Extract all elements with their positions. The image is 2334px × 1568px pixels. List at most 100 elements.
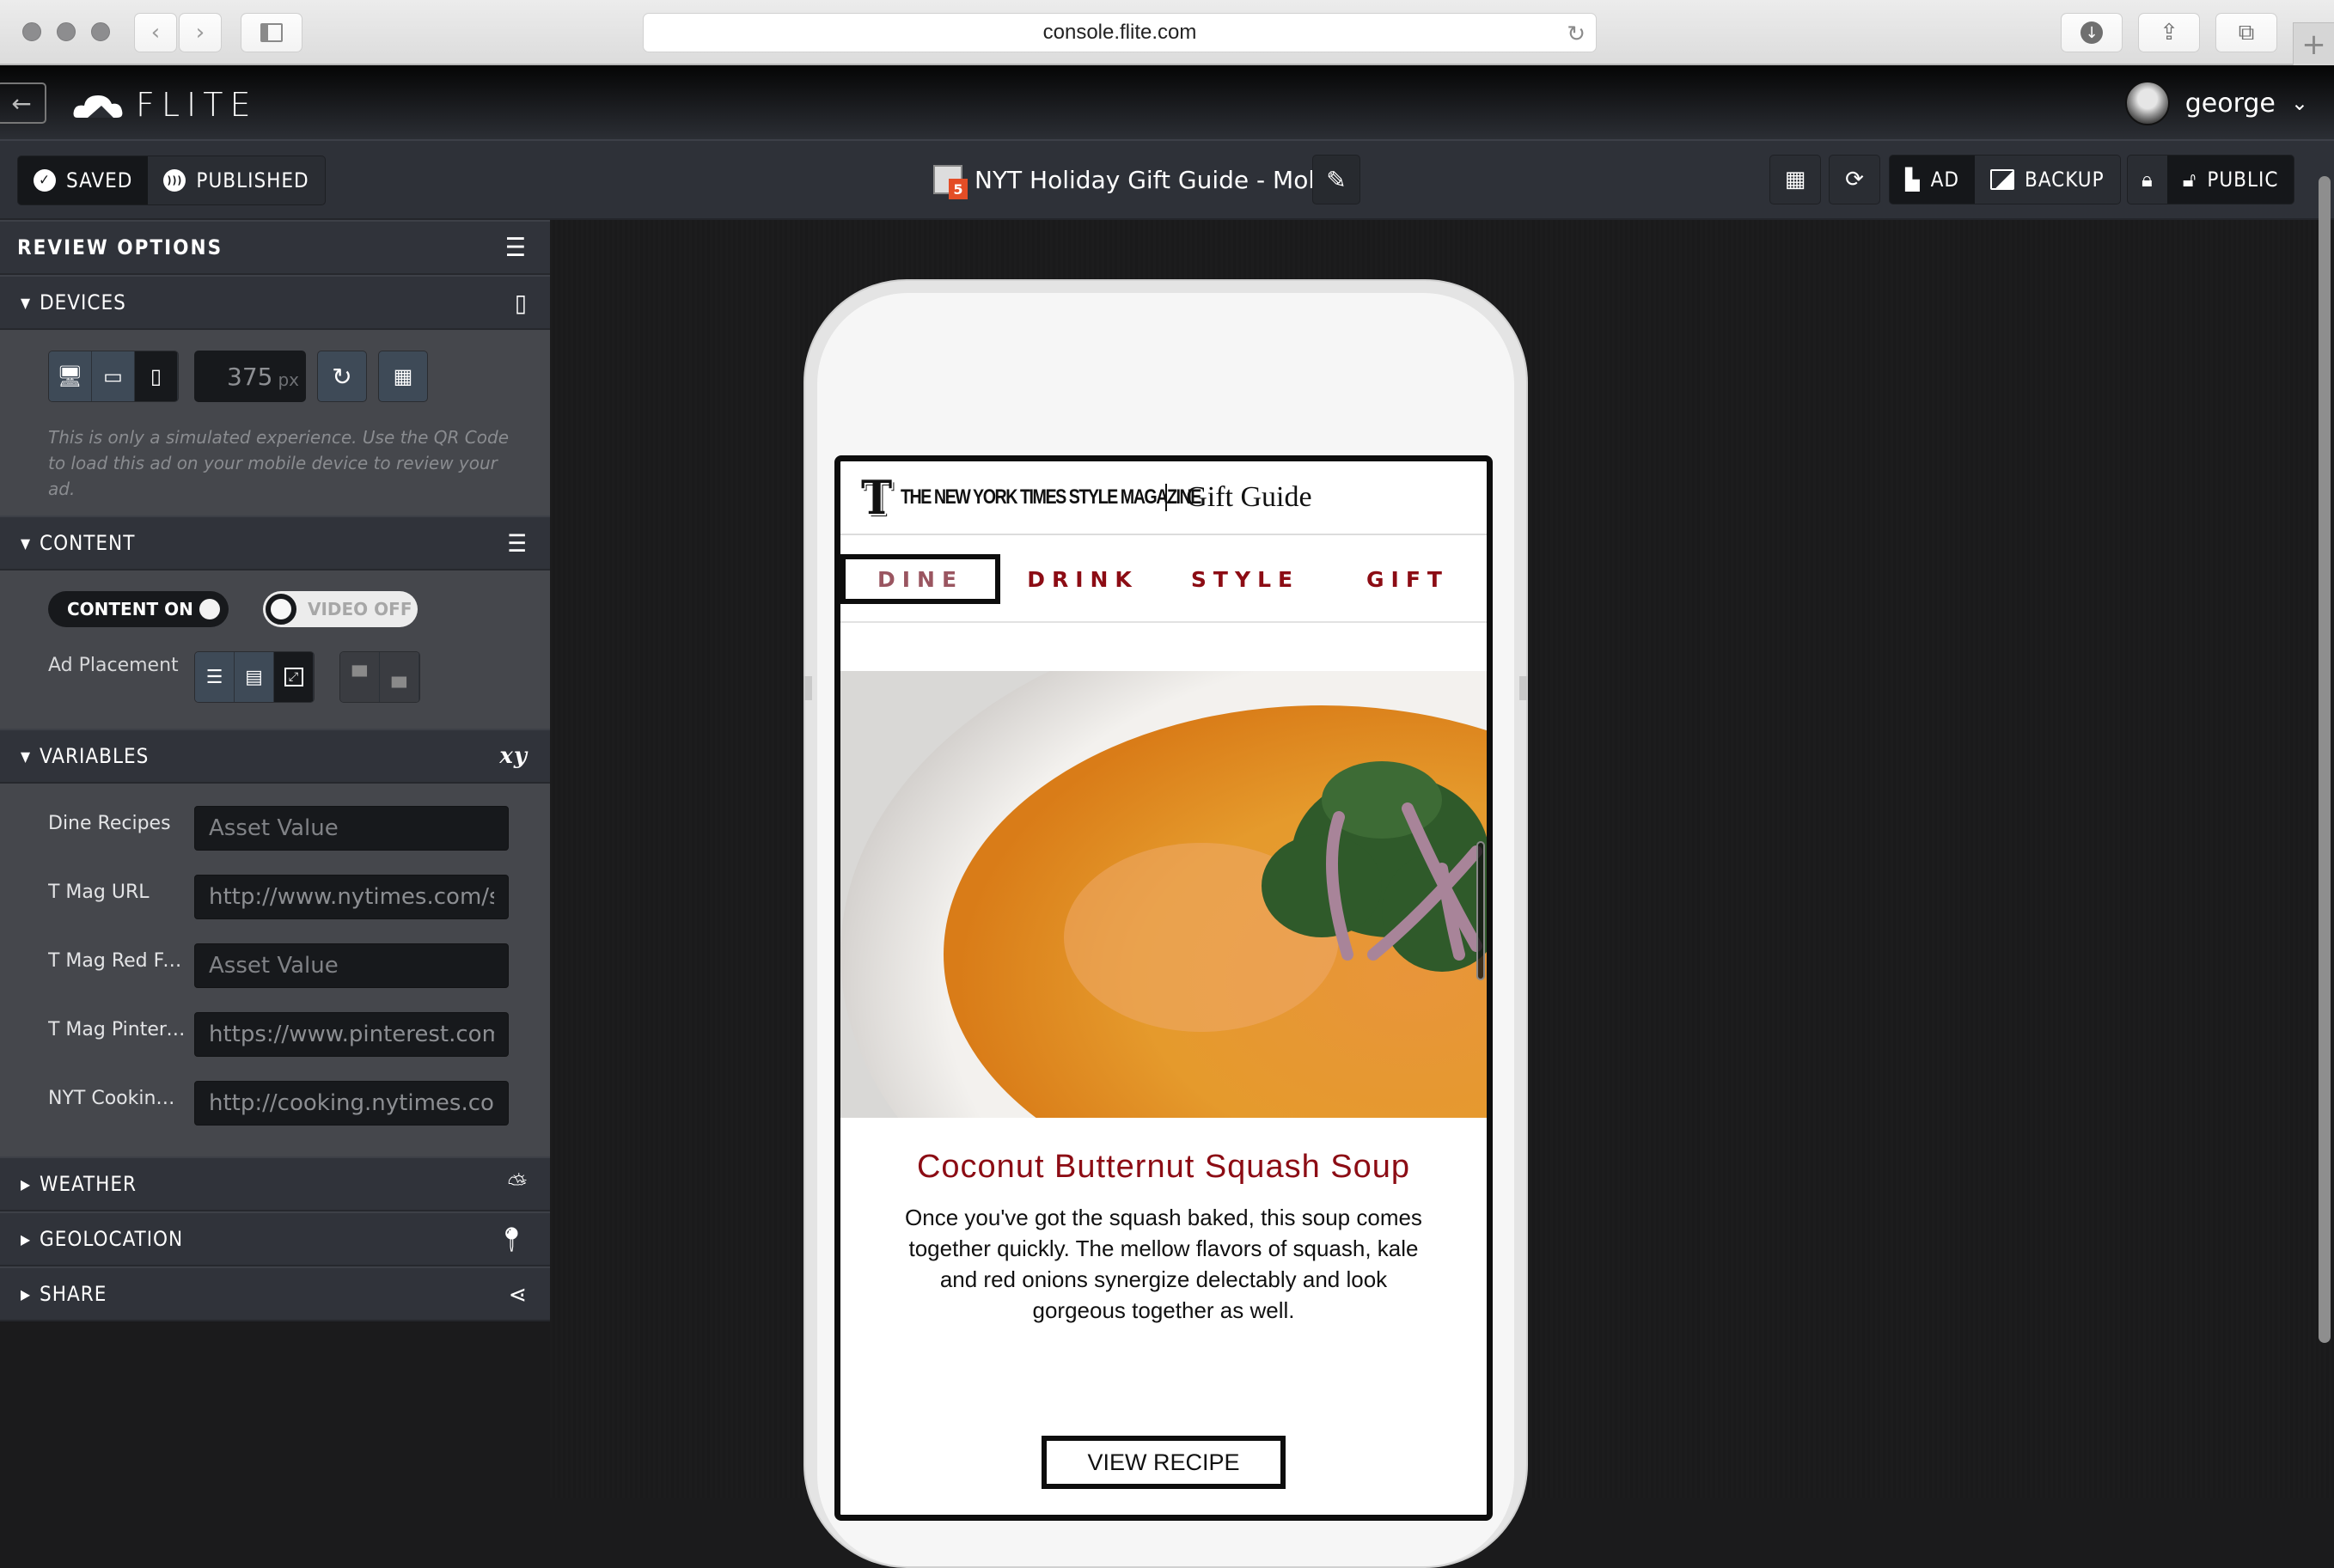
caret-right-icon: ▶ <box>21 1175 32 1193</box>
document-title: NYT Holiday Gift Guide - Mobile <box>933 160 1352 199</box>
devices-section-header[interactable]: ▼ DEVICES ▯ <box>0 275 550 330</box>
variable-label: T Mag Pintere... <box>48 1019 186 1040</box>
placement-fullscreen-button[interactable]: ⤢ <box>274 652 314 702</box>
edit-title-button[interactable]: ✎ <box>1312 155 1360 204</box>
variable-input-tmag-pinterest[interactable] <box>194 1012 509 1057</box>
public-button[interactable]: 🔓︎ PUBLIC <box>2166 156 2294 204</box>
recipe-description: Once you've got the squash baked, this s… <box>905 1205 1422 1323</box>
content-toggle[interactable]: CONTENT ON <box>48 591 229 627</box>
review-options-title: REVIEW OPTIONS <box>17 235 223 259</box>
share-icon: ⋖ <box>508 1279 528 1309</box>
new-tab-button[interactable]: + <box>2293 22 2334 65</box>
device-qr-code-button[interactable]: ▦ <box>378 351 428 402</box>
html5-file-icon <box>933 165 968 199</box>
phone-side-button <box>803 676 812 700</box>
flite-logo[interactable]: FLITE <box>72 86 257 124</box>
refresh-icon: ⟳ <box>1845 167 1864 192</box>
address-bar[interactable]: console.flite.com ↻ <box>643 13 1597 52</box>
placement-bottom-icon: ▄ <box>392 666 406 688</box>
qr-code-icon: ▦ <box>393 364 413 388</box>
variable-input-dine-recipes[interactable] <box>194 806 509 851</box>
variable-input-tmag-red-fa[interactable] <box>194 943 509 988</box>
toggle-knob <box>199 599 220 619</box>
rotate-device-button[interactable]: ↻ <box>317 351 367 402</box>
content-section-header[interactable]: ▼ CONTENT ☰ <box>0 516 550 570</box>
close-window-button[interactable] <box>22 22 41 41</box>
category-nav: DINE DRINK STYLE GIFT <box>840 537 1487 623</box>
share-section-header[interactable]: ▶ SHARE ⋖ <box>0 1266 550 1321</box>
chevron-left-icon: ‹ <box>150 20 161 46</box>
nav-tab-drink[interactable]: DRINK <box>1005 554 1160 604</box>
geolocation-section-header[interactable]: ▶ GEOLOCATION 📍︎ <box>0 1211 550 1266</box>
placement-inline-button[interactable]: ☰ <box>195 652 235 702</box>
content-toggle-label: CONTENT ON <box>67 599 193 619</box>
variable-label: T Mag URL <box>48 882 150 903</box>
plus-icon: + <box>2301 27 2326 62</box>
status-group: ✓ SAVED ))) PUBLISHED <box>17 156 326 205</box>
minimize-window-button[interactable] <box>57 22 76 41</box>
chevron-down-icon: ⌄ <box>2290 91 2308 115</box>
tabs-overview-button[interactable]: ⧉ <box>2215 13 2277 52</box>
recipe-title: Coconut Butternut Squash Soup <box>916 1149 1411 1185</box>
share-button[interactable]: ⇪ <box>2138 13 2200 52</box>
ad-placement-selector: ☰ ▤ ⤢ <box>194 651 315 703</box>
placement-sticky-button[interactable]: ▤ <box>235 652 274 702</box>
devices-label: DEVICES <box>40 290 126 314</box>
hamburger-menu-icon[interactable]: ☰ <box>505 233 528 263</box>
chevron-right-icon: › <box>195 20 205 46</box>
back-button[interactable]: ← <box>0 82 46 124</box>
published-status[interactable]: ))) PUBLISHED <box>148 156 325 204</box>
qr-code-button[interactable]: ▦ <box>1769 155 1821 204</box>
sidebar-toggle-button[interactable] <box>241 13 302 52</box>
device-width-field[interactable]: 375 px <box>194 351 306 402</box>
preview-scrollbar[interactable] <box>1476 841 1485 980</box>
url-text: console.flite.com <box>1042 21 1197 44</box>
lock-icon: 🔒︎ <box>2142 168 2154 192</box>
sidebar-icon <box>260 23 283 42</box>
private-button[interactable]: 🔒︎ <box>2128 156 2167 204</box>
nav-tab-dine[interactable]: DINE <box>840 554 1000 604</box>
public-label: PUBLIC <box>2207 168 2279 192</box>
tablet-device-button[interactable]: ▭ <box>92 351 135 401</box>
ad-view-button[interactable]: ▙ AD <box>1890 156 1976 204</box>
mobile-device-button[interactable]: ▯ <box>135 351 178 401</box>
reload-icon[interactable]: ↻ <box>1567 21 1586 47</box>
tmag-header: T THE NEW YORK TIMES STYLE MAGAZINE Gift… <box>840 461 1487 535</box>
placement-inline-icon: ☰ <box>205 666 223 688</box>
unlock-icon: 🔓︎ <box>2182 168 2197 192</box>
caret-right-icon: ▶ <box>21 1230 32 1248</box>
saved-status[interactable]: ✓ SAVED <box>18 156 149 204</box>
variable-label: Dine Recipes <box>48 813 171 834</box>
placement-top-button: ▀ <box>340 652 380 702</box>
mobile-phone-icon: ▯ <box>515 288 528 317</box>
section-title: Gift Guide <box>1186 481 1312 513</box>
device-selector: 🖥︎ ▭ ▯ <box>48 351 179 402</box>
zoom-window-button[interactable] <box>91 22 110 41</box>
variables-label: VARIABLES <box>40 744 150 768</box>
view-recipe-button[interactable]: VIEW RECIPE <box>1042 1436 1286 1489</box>
weather-label: WEATHER <box>40 1172 137 1196</box>
user-menu[interactable]: george ⌄ <box>2124 81 2308 125</box>
review-options-header: REVIEW OPTIONS ☰ <box>0 220 550 275</box>
desktop-device-button[interactable]: 🖥︎ <box>49 351 92 401</box>
simulation-note: This is only a simulated experience. Use… <box>48 427 509 499</box>
backup-view-button[interactable]: BACKUP <box>1975 156 2120 204</box>
variable-input-nyt-cooking[interactable] <box>194 1081 509 1126</box>
browser-back-button[interactable]: ‹ <box>134 13 177 52</box>
logo-text: FLITE <box>136 86 258 124</box>
browser-forward-button[interactable]: › <box>179 13 222 52</box>
refresh-button[interactable]: ⟳ <box>1829 155 1880 204</box>
variables-section-header[interactable]: ▼ VARIABLES xy <box>0 729 550 784</box>
weather-section-header[interactable]: ▶ WEATHER ⛅︎ <box>0 1156 550 1211</box>
caret-down-icon: ▼ <box>21 534 32 552</box>
ad-placement-disabled-selector: ▀ ▄ <box>339 651 420 703</box>
placement-sticky-icon: ▤ <box>245 666 263 688</box>
nav-tab-gift[interactable]: GIFT <box>1330 554 1485 604</box>
video-toggle[interactable]: VIDEO OFF <box>263 591 418 627</box>
saved-label: SAVED <box>66 168 133 192</box>
downloads-button[interactable]: ↓ <box>2061 13 2123 52</box>
nav-tab-style[interactable]: STYLE <box>1165 554 1325 604</box>
broadcast-icon: ))) <box>163 169 186 192</box>
page-scrollbar[interactable] <box>2319 176 2331 1343</box>
variable-input-tmag-url[interactable] <box>194 875 509 919</box>
